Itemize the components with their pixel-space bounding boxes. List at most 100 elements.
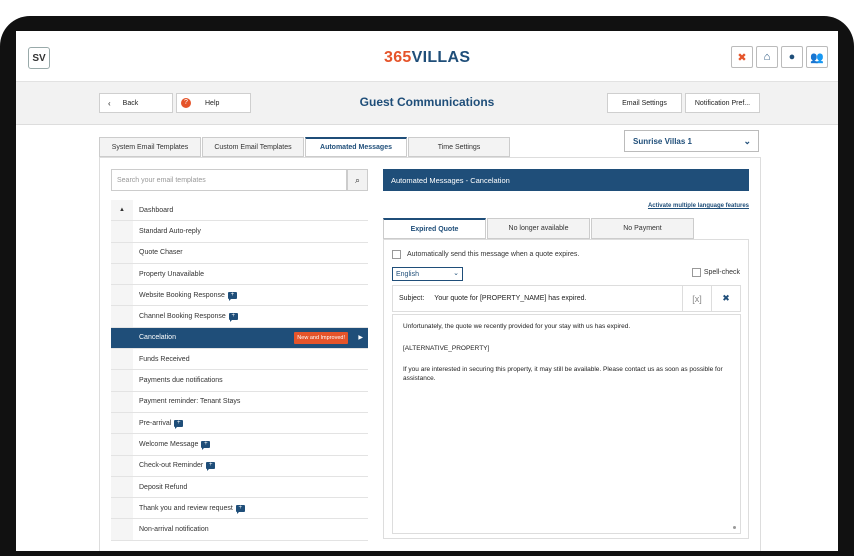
template-list-item[interactable]: Welcome Message + (111, 434, 368, 456)
template-list-item[interactable]: Quote Chaser (111, 242, 368, 264)
row-gutter (111, 327, 133, 349)
spellcheck-checkbox[interactable] (691, 268, 701, 277)
template-list-item[interactable]: ▲ Dashboard (111, 200, 368, 222)
template-label: Quote Chaser (139, 249, 183, 257)
template-label: Welcome Message (139, 440, 199, 448)
auto-send-label: Automatically send this message when a q… (407, 251, 580, 258)
message-tabs: Expired Quote No longer available No Pay… (383, 218, 695, 239)
body-paragraph: [ALTERNATIVE_PROPERTY] (403, 344, 490, 352)
template-list-item[interactable]: Cancelation New and Improved! ▶ (111, 327, 368, 350)
collapse-arrow-icon[interactable]: ▲ (111, 200, 133, 221)
template-label: Website Booking Response (139, 291, 225, 299)
location-pin-icon[interactable]: ● (781, 46, 803, 68)
row-gutter (111, 434, 133, 455)
row-gutter (111, 306, 133, 327)
message-editor: Automatically send this message when a q… (383, 239, 749, 539)
logo-word: VILLAS (411, 49, 471, 66)
row-gutter (111, 221, 133, 242)
chevron-down-icon: ⌄ (743, 136, 751, 146)
home-icon[interactable]: ⌂ (756, 46, 778, 68)
row-gutter (111, 242, 133, 263)
chat-bubble-icon: + (228, 313, 238, 323)
email-settings-button[interactable]: Email Settings (607, 93, 682, 113)
message-body[interactable]: Unfortunately, the quote we recently pro… (392, 314, 741, 534)
message-header: Automated Messages - Cancelation (383, 169, 749, 191)
template-label: Non-arrival notification (139, 526, 209, 534)
users-icon[interactable]: 👥 (806, 46, 828, 68)
row-gutter (111, 412, 133, 434)
app-screen: SV 365VILLAS ✖ ⌂ ● 👥 ‹ Back ? Help Guest… (16, 31, 838, 551)
template-tabs: System Email Templates Custom Email Temp… (99, 137, 511, 157)
subject-tools: [x] ✖ (682, 286, 740, 311)
chat-bubble-icon: + (206, 462, 216, 472)
subject-label: Subject: (399, 295, 425, 302)
auto-send-option: Automatically send this message when a q… (392, 250, 579, 259)
template-label: Payment reminder: Tenant Stays (139, 398, 241, 406)
insert-variable-icon[interactable]: [x] (682, 286, 711, 311)
template-list-item[interactable]: Payment reminder: Tenant Stays (111, 391, 368, 413)
brand-logo[interactable]: 365VILLAS (384, 49, 470, 67)
template-label: Channel Booking Response (139, 313, 226, 321)
template-label: Funds Received (139, 355, 190, 363)
search-input[interactable]: Search your email templates (111, 169, 347, 191)
page-toolbar: ‹ Back ? Help Guest Communications Email… (16, 82, 838, 125)
main-content: System Email Templates Custom Email Temp… (99, 130, 761, 551)
template-label: Property Unavailable (139, 270, 204, 278)
template-list-item[interactable]: Property Unavailable (111, 263, 368, 286)
chevron-down-icon: ⌄ (453, 270, 459, 277)
tools-icon[interactable]: ✖ (711, 286, 740, 311)
templates-panel: Search your email templates ⌕ ▲ Dashboard… (99, 157, 761, 551)
language-select[interactable]: English ⌄ (392, 267, 463, 281)
template-list-item[interactable]: Funds Received (111, 349, 368, 371)
row-gutter (111, 519, 133, 540)
template-list-item[interactable]: Thank you and review request + (111, 498, 368, 520)
property-select[interactable]: Sunrise Villas 1 ⌄ (624, 130, 759, 152)
spellcheck-label: Spell-check (703, 269, 740, 276)
template-list: ▲ Dashboard Standard Auto-reply Quote Chase… (111, 200, 368, 541)
tab-no-longer-available[interactable]: No longer available (487, 218, 590, 239)
template-list-item[interactable]: Channel Booking Response + (111, 306, 368, 328)
row-gutter (111, 476, 133, 498)
logo-number: 365 (384, 49, 412, 66)
new-badge: New and Improved! (294, 331, 348, 344)
auto-send-checkbox[interactable] (392, 250, 401, 259)
user-avatar[interactable]: SV (28, 47, 50, 69)
row-gutter (111, 455, 133, 476)
notification-prefs-label: Notification Pref... (694, 99, 751, 107)
body-paragraph: Unfortunately, the quote we recently pro… (403, 323, 631, 330)
row-gutter (111, 391, 133, 412)
tools-icon[interactable]: ✖ (731, 46, 753, 68)
chat-bubble-icon: + (201, 440, 211, 450)
tab-time-settings[interactable]: Time Settings (408, 137, 510, 157)
chat-bubble-icon: + (235, 504, 245, 514)
search-icon[interactable]: ⌕ (347, 169, 368, 191)
chat-bubble-icon: + (174, 419, 184, 429)
template-list-item[interactable]: Standard Auto-reply (111, 221, 368, 243)
tab-custom-email-templates[interactable]: Custom Email Templates (202, 137, 304, 157)
template-label: Cancelation (139, 334, 176, 342)
activate-languages-link[interactable]: Activate multiple language features (648, 203, 749, 209)
row-gutter (111, 263, 133, 285)
template-label: Deposit Refund (139, 483, 188, 491)
template-list-item[interactable]: Payments due notifications (111, 370, 368, 392)
subject-field[interactable]: Subject: Your quote for [PROPERTY_NAME] … (392, 285, 741, 312)
tab-automated-messages[interactable]: Automated Messages (305, 137, 407, 157)
tab-system-email-templates[interactable]: System Email Templates (99, 137, 201, 157)
notification-prefs-button[interactable]: Notification Pref... (685, 93, 760, 113)
template-label: Dashboard (139, 206, 174, 214)
tab-no-payment[interactable]: No Payment (591, 218, 694, 239)
row-gutter (111, 349, 133, 370)
row-gutter (111, 285, 133, 306)
template-list-item[interactable]: Deposit Refund (111, 476, 368, 499)
spellcheck-option: Spell-check (691, 268, 740, 277)
template-list-item[interactable]: Non-arrival notification (111, 519, 368, 541)
row-gutter (111, 498, 133, 519)
row-gutter (111, 370, 133, 391)
tab-expired-quote[interactable]: Expired Quote (383, 218, 486, 239)
language-value: English (396, 270, 419, 278)
template-list-item[interactable]: Website Booking Response + (111, 285, 368, 307)
template-list-item[interactable]: Pre-arrival + (111, 412, 368, 435)
property-select-value: Sunrise Villas 1 (633, 136, 692, 146)
template-list-item[interactable]: Check-out Reminder + (111, 455, 368, 477)
template-label: Pre-arrival (139, 419, 172, 427)
